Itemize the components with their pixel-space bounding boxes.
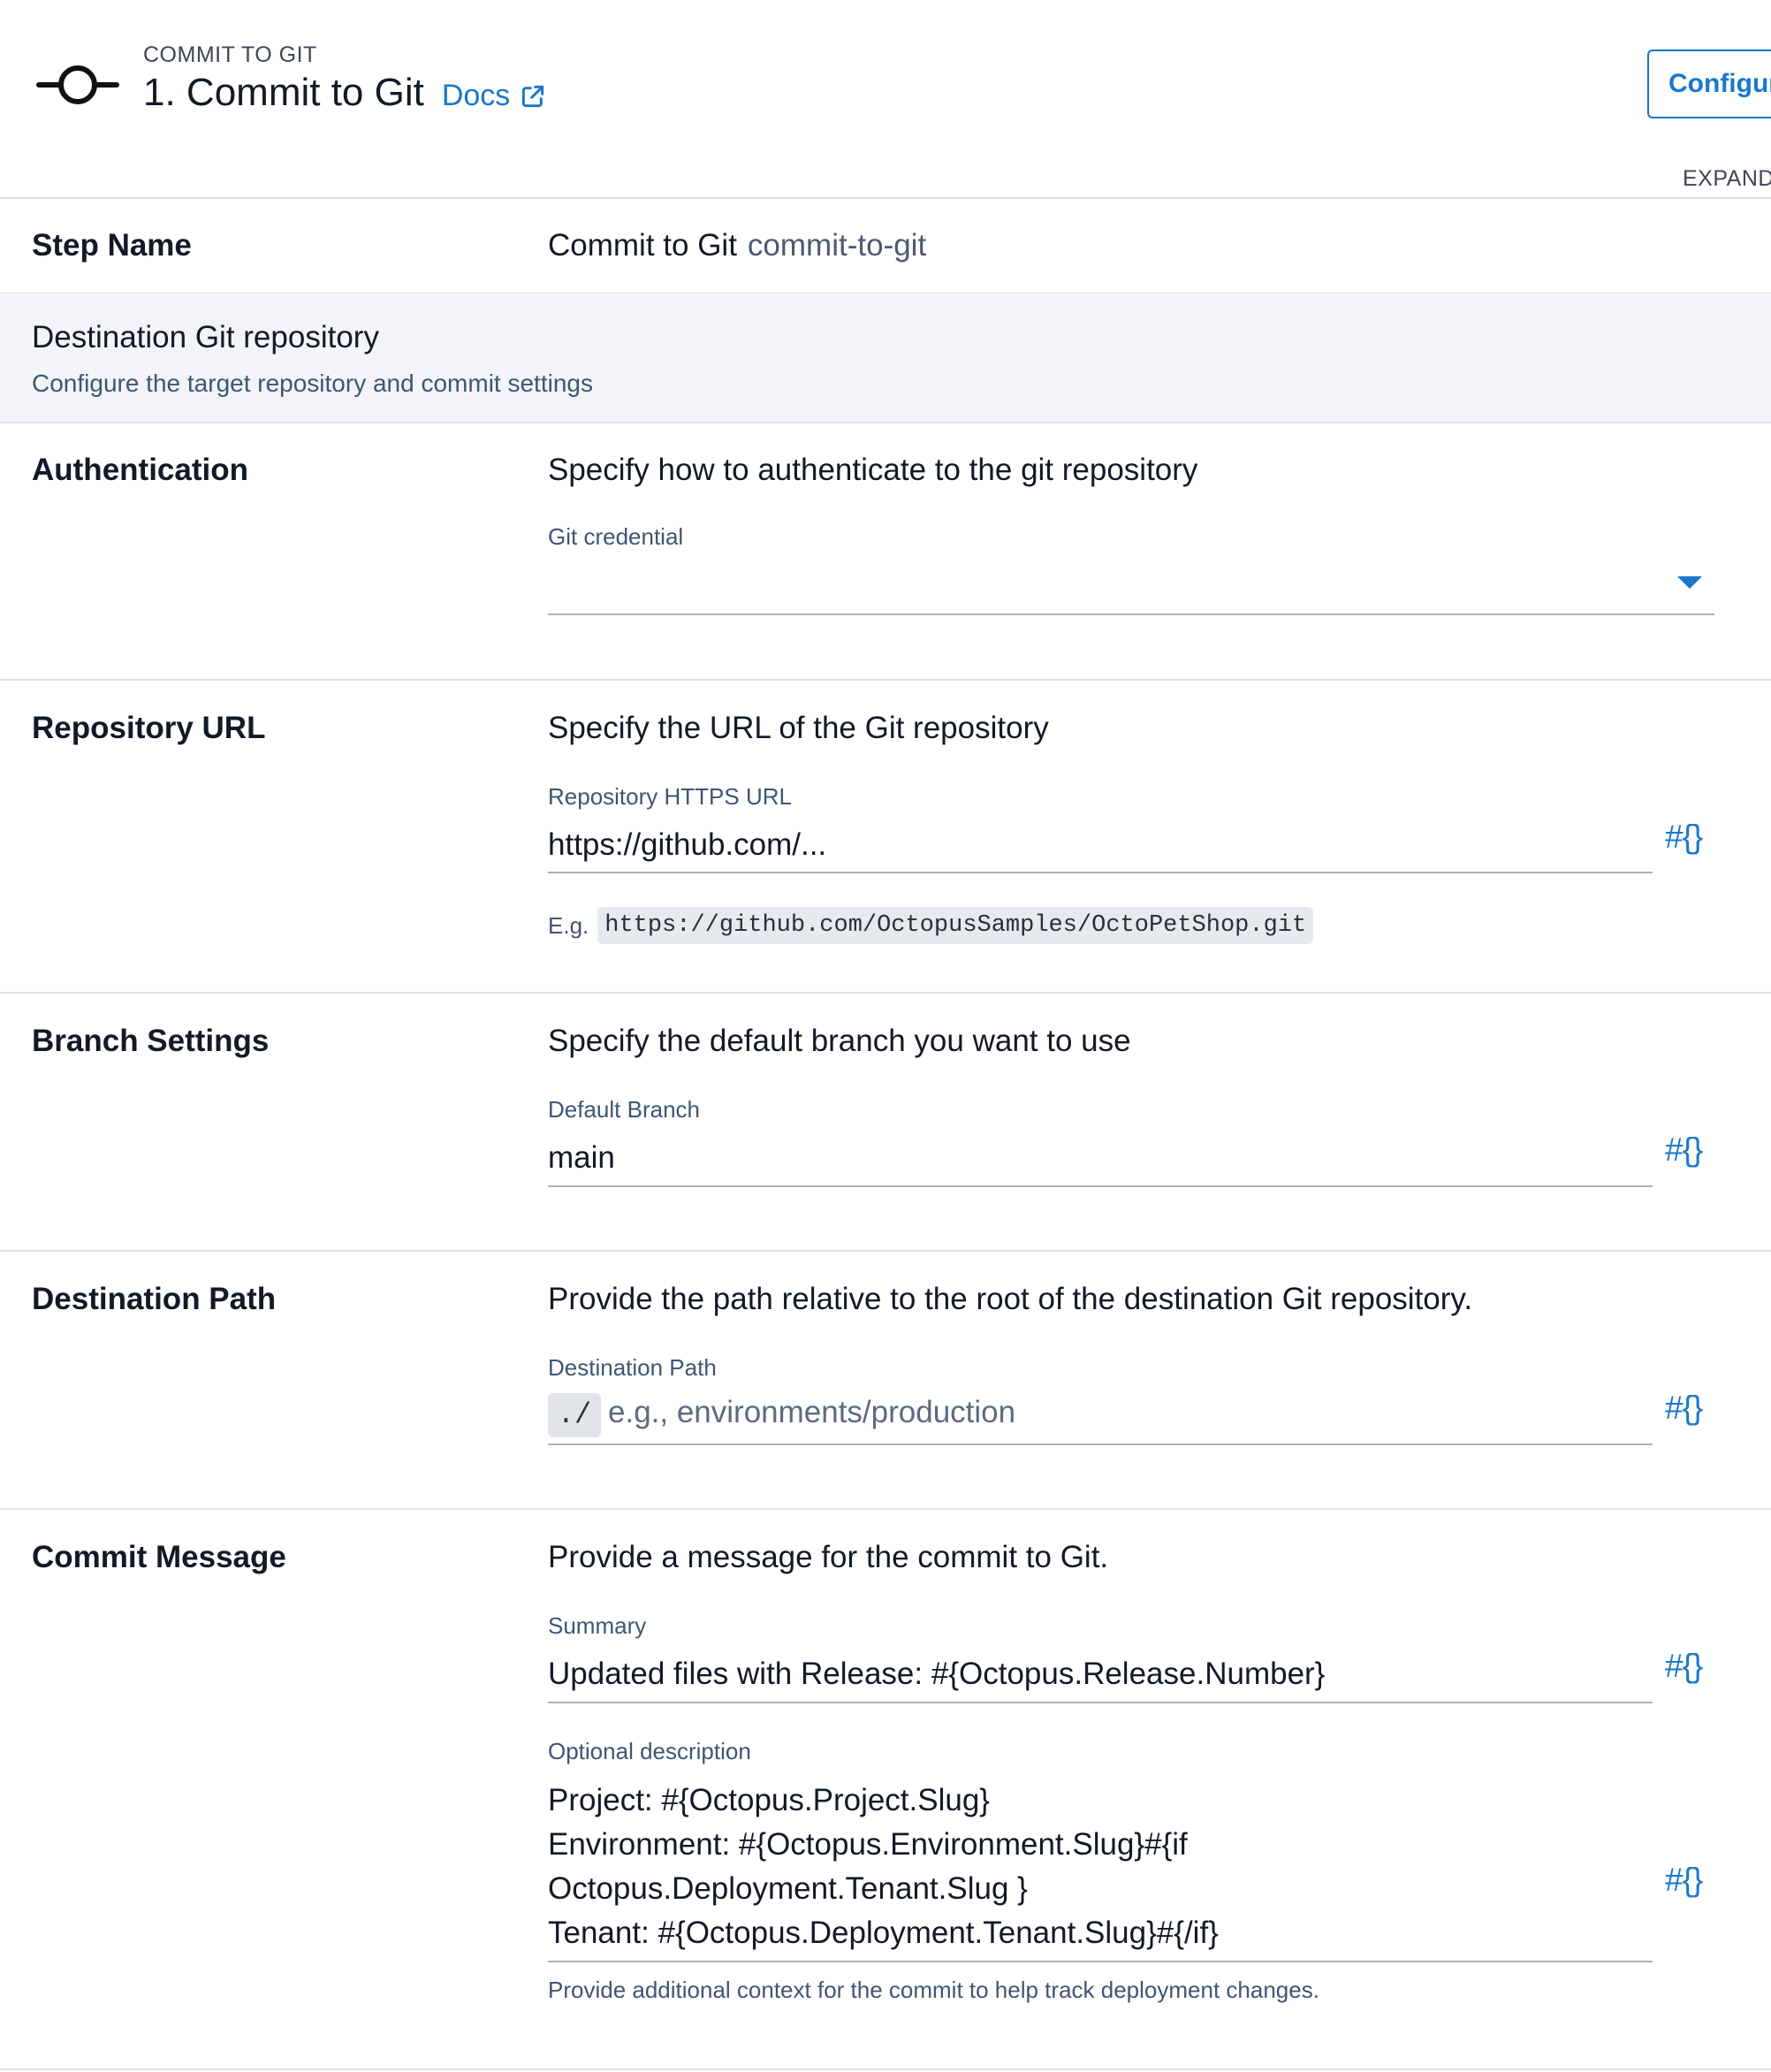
divider bbox=[0, 992, 1771, 994]
branch-settings-description: Specify the default branch you want to u… bbox=[548, 1024, 1131, 1058]
optional-description-label: Optional description bbox=[548, 1738, 751, 1764]
repository-url-label: Repository URL bbox=[32, 711, 266, 745]
step-title: 1. Commit to Git bbox=[143, 71, 424, 114]
step-name-value[interactable]: Commit to Git commit-to-git bbox=[548, 228, 926, 263]
destination-path-input[interactable]: e.g., environments/production bbox=[608, 1395, 1015, 1430]
step-name-label: Step Name bbox=[32, 228, 192, 263]
external-link-icon[interactable] bbox=[519, 82, 547, 110]
insert-variable-button[interactable]: #{} bbox=[1665, 1131, 1703, 1169]
insert-variable-button[interactable]: #{} bbox=[1665, 1648, 1703, 1685]
git-commit-icon bbox=[36, 65, 119, 104]
authentication-label: Authentication bbox=[32, 453, 248, 487]
docs-link[interactable]: Docs bbox=[442, 79, 547, 113]
summary-underline bbox=[548, 1702, 1653, 1703]
description-line: Tenant: #{Octopus.Deployment.Tenant.Slug… bbox=[548, 1916, 1219, 1950]
optional-description-underline bbox=[548, 1961, 1653, 1962]
hint-prefix: E.g. bbox=[548, 911, 589, 939]
description-line: Octopus.Deployment.Tenant.Slug } bbox=[548, 1871, 1028, 1906]
authentication-description: Specify how to authenticate to the git r… bbox=[548, 453, 1198, 487]
git-credential-underline bbox=[548, 613, 1714, 615]
repository-https-url-label: Repository HTTPS URL bbox=[548, 783, 792, 810]
group-title: Destination Git repository bbox=[32, 320, 379, 354]
summary-label: Summary bbox=[548, 1612, 647, 1639]
repository-url-underline bbox=[548, 872, 1653, 873]
git-credential-label: Git credential bbox=[548, 523, 684, 550]
insert-variable-button[interactable]: #{} bbox=[1665, 1390, 1703, 1427]
group-header bbox=[0, 293, 1771, 423]
step-name-text: Commit to Git bbox=[548, 228, 737, 263]
divider bbox=[0, 422, 1771, 423]
group-subtitle: Configure the target repository and comm… bbox=[32, 369, 593, 397]
summary-input[interactable]: Updated files with Release: #{Octopus.Re… bbox=[548, 1657, 1325, 1692]
optional-description-helper: Provide additional context for the commi… bbox=[548, 1977, 1319, 2003]
expand-all-link[interactable]: EXPAND ALL bbox=[1683, 166, 1771, 192]
repository-url-description: Specify the URL of the Git repository bbox=[548, 711, 1049, 745]
caret-down-icon[interactable] bbox=[1677, 576, 1702, 589]
destination-path-label: Destination Path bbox=[32, 1282, 277, 1316]
description-line: Environment: #{Octopus.Environment.Slug}… bbox=[548, 1827, 1188, 1862]
destination-path-description: Provide the path relative to the root of… bbox=[548, 1282, 1473, 1316]
divider bbox=[0, 679, 1771, 681]
example-url-chip: https://github.com/OctopusSamples/OctoPe… bbox=[597, 907, 1314, 944]
step-type-overline: COMMIT TO GIT bbox=[143, 42, 317, 67]
destination-path-field-label: Destination Path bbox=[548, 1354, 717, 1381]
branch-settings-label: Branch Settings bbox=[32, 1024, 270, 1058]
repository-url-input[interactable]: https://github.com/... bbox=[548, 827, 826, 863]
step-slug: commit-to-git bbox=[747, 228, 927, 263]
default-branch-underline bbox=[548, 1185, 1653, 1187]
destination-path-underline bbox=[548, 1444, 1653, 1445]
configure-button[interactable]: Configure bbox=[1647, 50, 1771, 118]
commit-message-label: Commit Message bbox=[32, 1540, 286, 1574]
default-branch-input[interactable]: main bbox=[548, 1140, 615, 1176]
optional-description-textarea[interactable]: Project: #{Octopus.Project.Slug} Environ… bbox=[548, 1779, 1219, 1955]
insert-variable-button[interactable]: #{} bbox=[1665, 819, 1703, 856]
insert-variable-button[interactable]: #{} bbox=[1665, 1862, 1703, 1899]
repository-url-hint: E.g. https://github.com/OctopusSamples/O… bbox=[548, 907, 1314, 944]
default-branch-label: Default Branch bbox=[548, 1096, 700, 1123]
commit-message-description: Provide a message for the commit to Git. bbox=[548, 1540, 1109, 1574]
description-line: Project: #{Octopus.Project.Slug} bbox=[548, 1783, 990, 1817]
title-row: 1. Commit to Git Docs bbox=[143, 71, 547, 115]
divider bbox=[0, 197, 1771, 199]
docs-link-label[interactable]: Docs bbox=[442, 79, 510, 113]
step-header: COMMIT TO GIT 1. Commit to Git Docs Conf… bbox=[0, 0, 1771, 198]
divider bbox=[0, 1250, 1771, 1252]
divider bbox=[0, 2068, 1771, 2070]
divider bbox=[0, 1508, 1771, 1510]
path-prefix-chip: ./ bbox=[548, 1393, 601, 1437]
